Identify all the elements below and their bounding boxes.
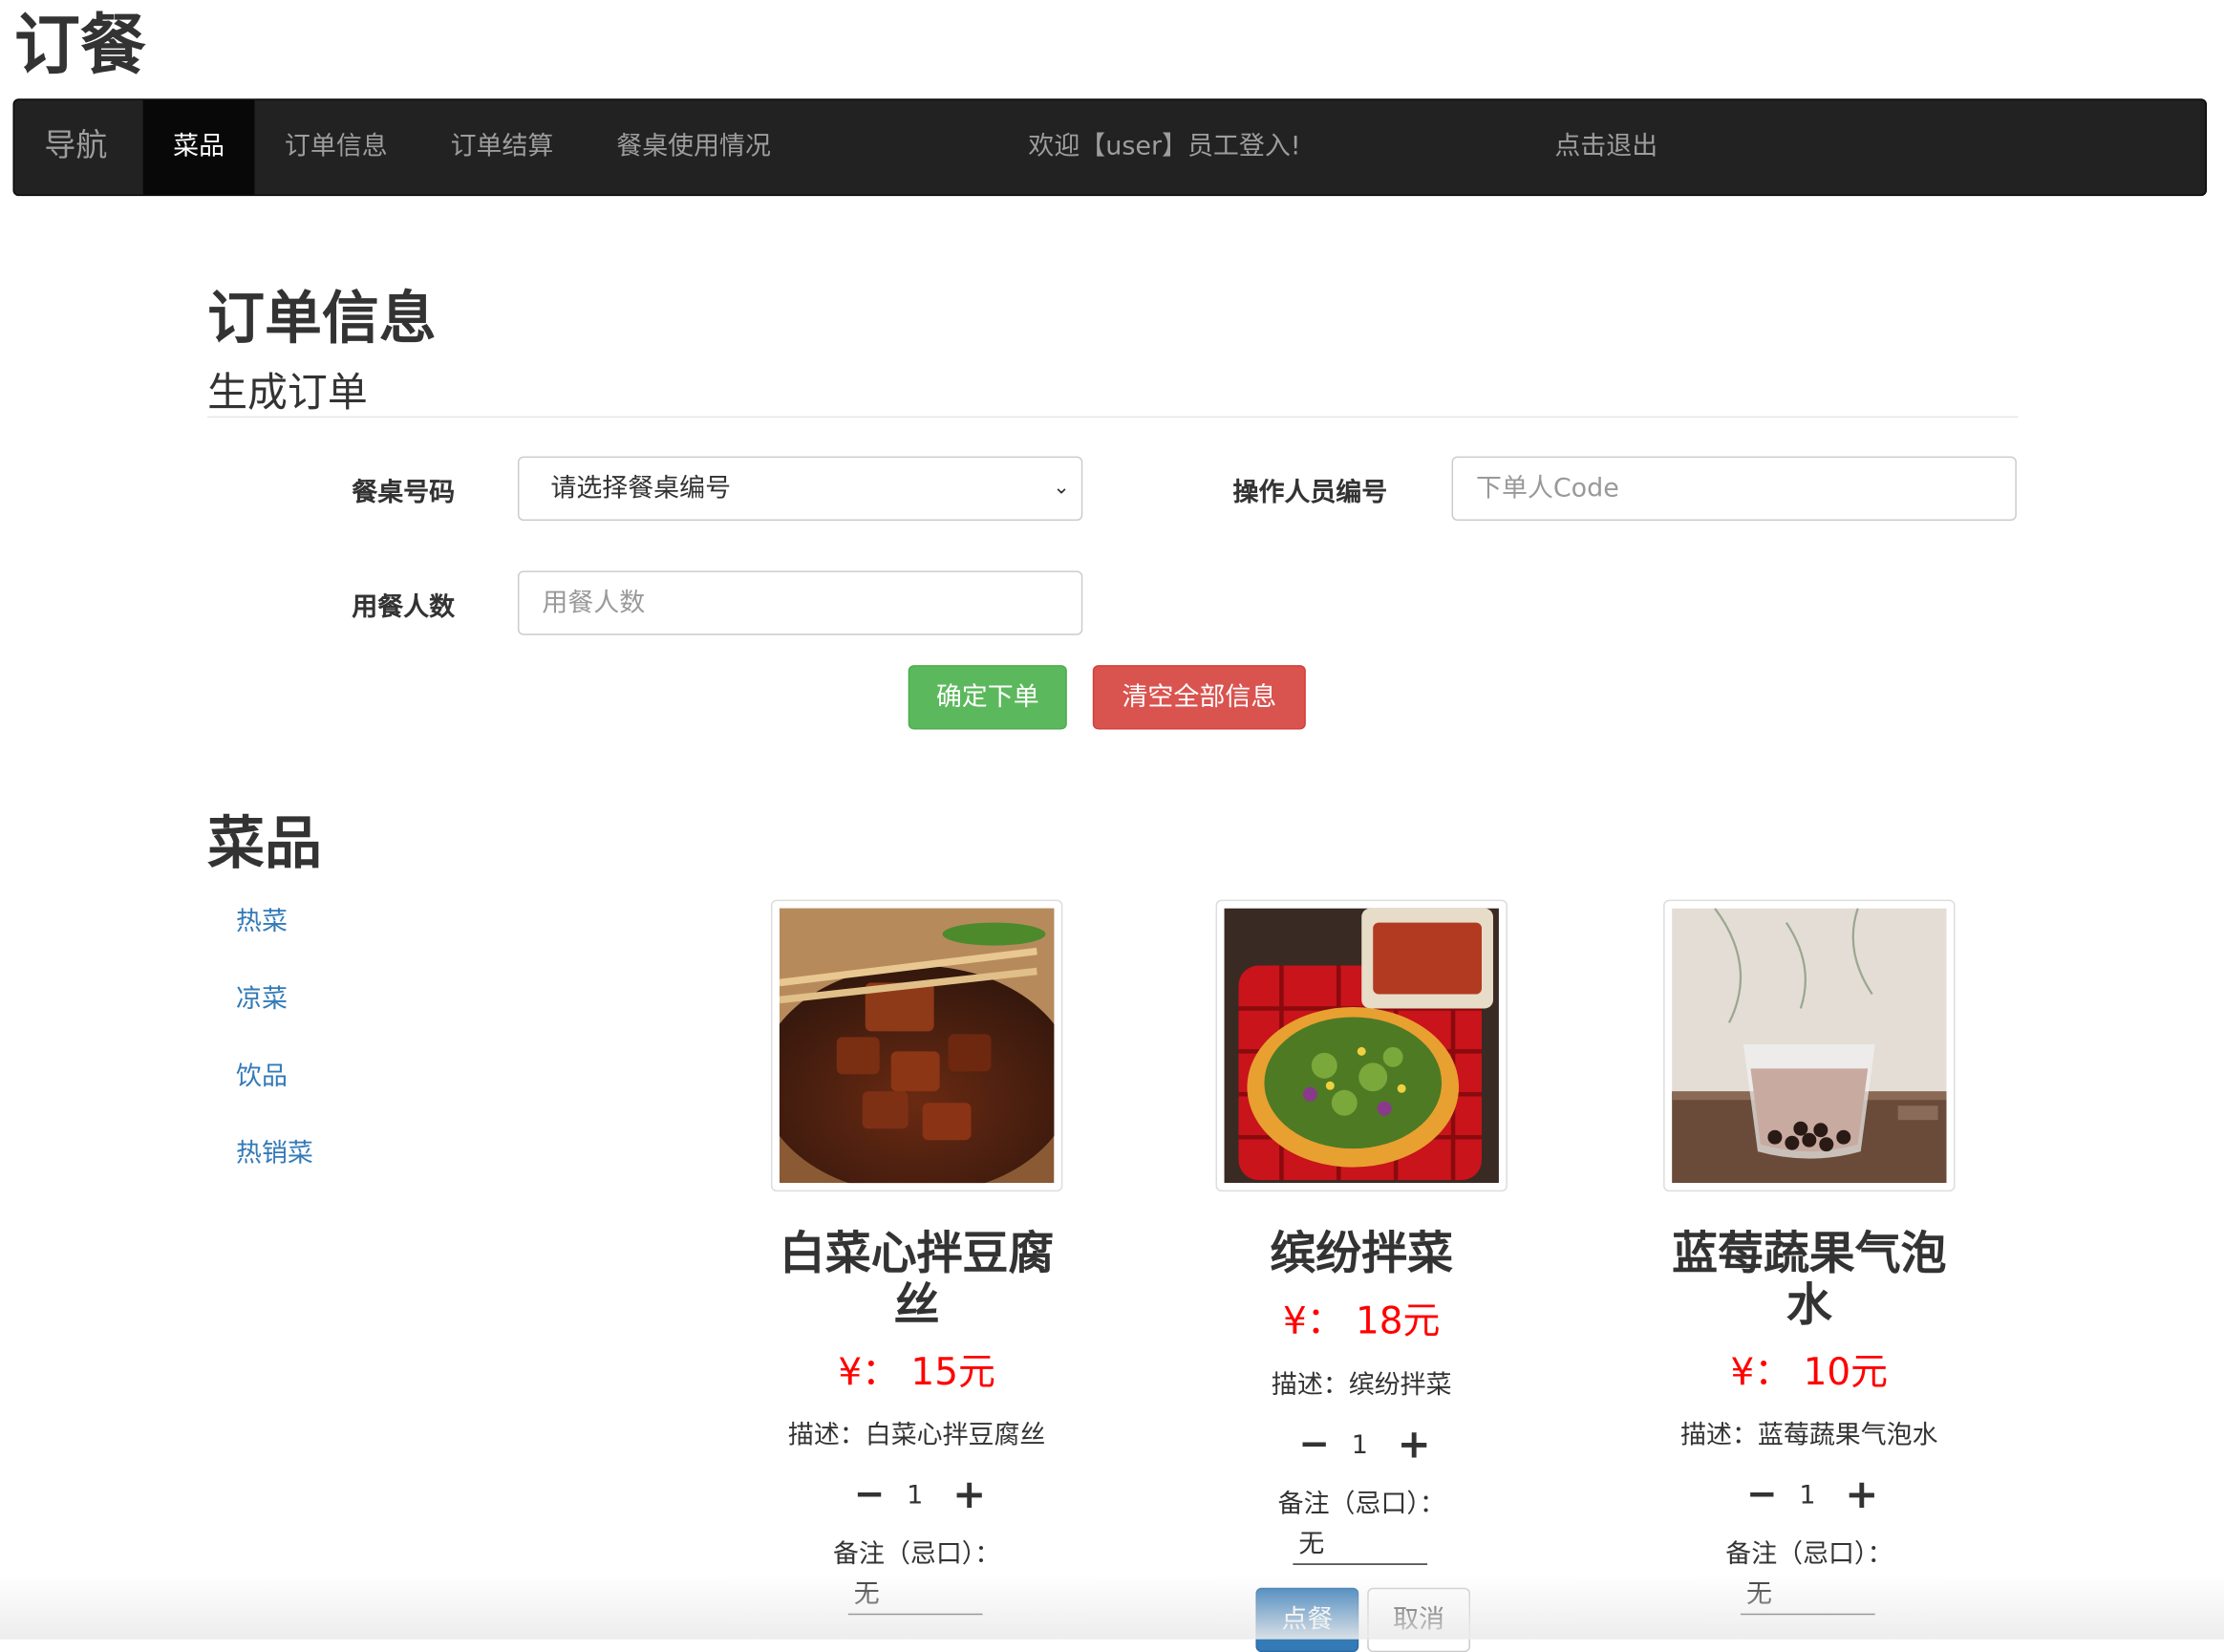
nav-item-order-checkout[interactable]: 订单结算 bbox=[451, 100, 554, 195]
dish-description: 描述：蓝莓蔬果气泡水 bbox=[1680, 1420, 1938, 1451]
order-heading: 订单信息 bbox=[207, 286, 437, 353]
dish-thumbnail[interactable] bbox=[1215, 899, 1508, 1192]
dish-name: 缤纷拌菜 bbox=[1270, 1226, 1454, 1280]
welcome-text: 欢迎【user】员工登入! bbox=[1028, 131, 1301, 162]
operator-code-input[interactable]: 下单人Code bbox=[1451, 456, 2017, 521]
category-drinks[interactable]: 饮品 bbox=[236, 1056, 288, 1093]
dish-price: ¥： 15元 bbox=[838, 1351, 995, 1395]
minus-icon[interactable]: − bbox=[1298, 1427, 1330, 1464]
diners-count-input[interactable]: 用餐人数 bbox=[517, 570, 1083, 635]
minus-icon[interactable]: − bbox=[854, 1476, 886, 1513]
note-label: 备注（忌口）： bbox=[1725, 1538, 1893, 1570]
nav-item-order-info[interactable]: 订单信息 bbox=[285, 100, 388, 195]
chevron-down-icon: ⌄ bbox=[1053, 476, 1070, 500]
note-label: 备注（忌口）： bbox=[833, 1538, 1001, 1570]
braised-pork-image bbox=[779, 908, 1055, 1184]
bottom-fade bbox=[0, 1573, 2224, 1640]
bubble-tea-image bbox=[1672, 908, 1947, 1184]
quantity-stepper: − 1 + bbox=[771, 1474, 1062, 1514]
plus-icon[interactable]: + bbox=[1398, 1424, 1431, 1464]
navbar-brand[interactable]: 导航 bbox=[44, 100, 107, 195]
minus-icon[interactable]: − bbox=[1746, 1476, 1778, 1513]
dish-price: ¥： 18元 bbox=[1282, 1299, 1441, 1343]
category-best-sellers[interactable]: 热销菜 bbox=[236, 1133, 313, 1170]
table-number-select[interactable]: 请选择餐桌编号 ⌄ bbox=[517, 456, 1083, 521]
quantity-stepper: − 1 + bbox=[1216, 1424, 1508, 1464]
table-number-select-value: 请选择餐桌编号 bbox=[550, 473, 732, 504]
nav-item-table-usage[interactable]: 餐桌使用情况 bbox=[616, 100, 771, 195]
dish-thumbnail[interactable] bbox=[770, 899, 1063, 1192]
plus-icon[interactable]: + bbox=[952, 1474, 986, 1514]
dish-description: 描述：白菜心拌豆腐丝 bbox=[787, 1420, 1046, 1451]
app-title: 订餐 bbox=[13, 5, 146, 83]
diners-count-label: 用餐人数 bbox=[352, 591, 456, 623]
quantity-value: 1 bbox=[907, 1480, 924, 1511]
order-subheading: 生成订单 bbox=[207, 369, 368, 417]
dish-name: 蓝莓蔬果气泡水 bbox=[1672, 1226, 1947, 1332]
table-number-label: 餐桌号码 bbox=[352, 478, 456, 508]
dish-thumbnail[interactable] bbox=[1663, 899, 1956, 1192]
quantity-value: 1 bbox=[1799, 1480, 1816, 1511]
dishes-heading: 菜品 bbox=[207, 810, 322, 877]
mixed-salad-image bbox=[1224, 908, 1499, 1184]
logout-link[interactable]: 点击退出 bbox=[1554, 100, 1657, 195]
note-input[interactable]: 无 bbox=[1293, 1528, 1428, 1565]
clear-all-button[interactable]: 清空全部信息 bbox=[1092, 665, 1306, 730]
dish-price: ¥： 10元 bbox=[1730, 1351, 1889, 1395]
app-root: 订餐 导航 菜品 订单信息 订单结算 餐桌使用情况 欢迎【user】员工登入! … bbox=[0, 0, 2224, 1652]
quantity-value: 1 bbox=[1351, 1430, 1368, 1461]
quantity-stepper: − 1 + bbox=[1663, 1474, 1955, 1514]
operator-code-label: 操作人员编号 bbox=[1232, 478, 1388, 508]
plus-icon[interactable]: + bbox=[1845, 1474, 1878, 1514]
divider bbox=[207, 416, 2019, 418]
navbar: 导航 菜品 订单信息 订单结算 餐桌使用情况 欢迎【user】员工登入! 点击退… bbox=[12, 98, 2208, 197]
submit-order-button[interactable]: 确定下单 bbox=[908, 665, 1067, 730]
category-cold-dishes[interactable]: 凉菜 bbox=[236, 978, 288, 1016]
dish-description: 描述：缤纷拌菜 bbox=[1271, 1370, 1452, 1401]
note-label: 备注（忌口）： bbox=[1277, 1489, 1445, 1519]
category-hot-dishes[interactable]: 热菜 bbox=[236, 901, 288, 938]
nav-item-dishes[interactable]: 菜品 bbox=[142, 99, 255, 195]
dish-name: 白菜心拌豆腐丝 bbox=[779, 1226, 1055, 1332]
